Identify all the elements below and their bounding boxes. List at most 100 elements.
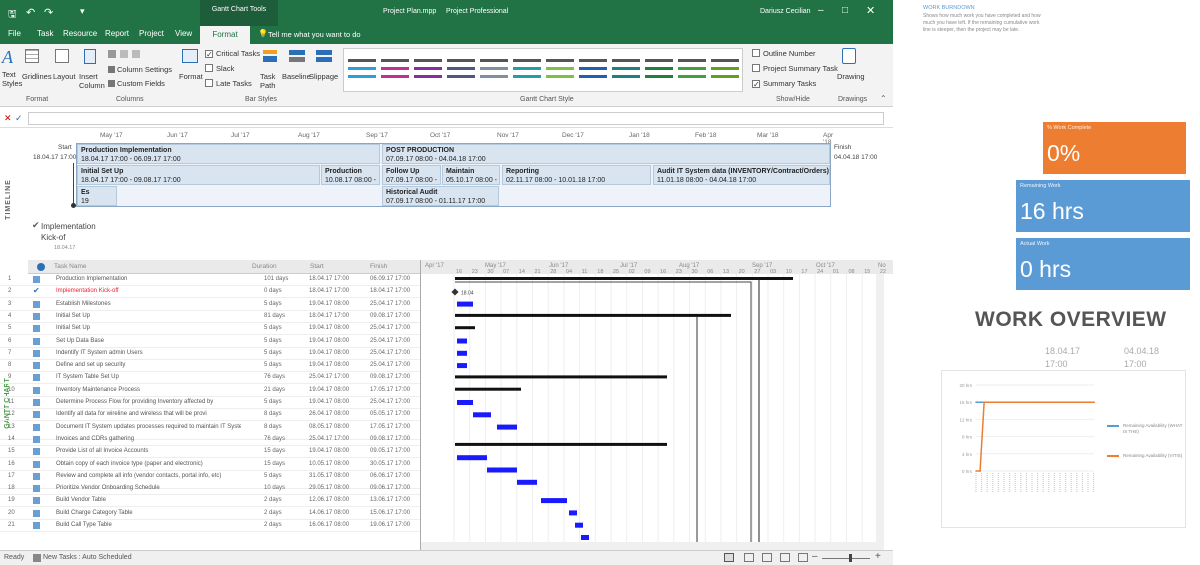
user-name[interactable]: Dariusz Cecilian (760, 8, 811, 15)
accept-entry-icon[interactable]: ✓ (15, 113, 23, 124)
task-name-cell[interactable]: Initial Set Up (56, 323, 241, 334)
project-summary-task-checkbox[interactable]: Project Summary Task (752, 64, 838, 73)
start-cell[interactable]: 14.06.17 08:00 (309, 508, 367, 519)
table-row[interactable]: 18 Prioritize Vendor Onboarding Schedule 1… (0, 483, 420, 496)
timeline-task-audit-it-system[interactable]: Audit IT System data (INVENTORY/Contract… (653, 165, 830, 185)
timeline-task-es[interactable]: Es 19 (77, 186, 117, 206)
task-name-cell[interactable]: Indentify IT System admin Users (56, 348, 241, 359)
table-row[interactable]: 3 Establish Milestones 5 days 19.04.17 08:0… (0, 299, 420, 311)
column-settings-button[interactable]: Column Settings (117, 65, 172, 74)
task-name-cell[interactable]: Identify all data for wireline and wirel… (56, 409, 241, 420)
collapse-ribbon-icon[interactable]: ⌃ (880, 94, 887, 103)
custom-fields-button[interactable]: Custom Fields (117, 79, 165, 88)
row-id[interactable]: 15 (8, 446, 15, 457)
row-id[interactable]: 17 (8, 471, 15, 482)
row-id[interactable]: 4 (8, 311, 11, 322)
zoom-slider-thumb[interactable] (849, 554, 852, 562)
finish-cell[interactable]: 09.05.17 17:00 (370, 446, 420, 457)
tab-task[interactable]: Task (37, 29, 53, 38)
gantt-style-swatch[interactable] (645, 57, 673, 85)
gantt-style-swatch[interactable] (414, 57, 442, 85)
start-cell[interactable]: 18.04.17 17:00 (309, 274, 367, 285)
duration-cell[interactable]: 5 days (264, 397, 282, 408)
close-button[interactable]: ✕ (866, 4, 875, 17)
task-name-cell[interactable]: Build Vendor Table (56, 495, 241, 506)
row-id[interactable]: 13 (8, 422, 15, 433)
start-cell[interactable]: 25.04.17 17:00 (309, 372, 367, 383)
duration-cell[interactable]: 2 days (264, 495, 282, 506)
finish-cell[interactable]: 30.05.17 17:00 (370, 459, 420, 470)
timeline-task-follow-up[interactable]: Follow Up 07.09.17 08:00 - (382, 165, 441, 185)
outline-number-checkbox[interactable]: Outline Number (752, 49, 816, 58)
table-row[interactable]: 16 Obtain copy of each invoice type (pape… (0, 459, 420, 471)
tab-format[interactable]: Format (200, 26, 250, 44)
baseline-button[interactable]: Baseline (282, 72, 311, 81)
task-name-cell[interactable]: Provide List of all Invoice Accounts (56, 446, 241, 457)
duration-cell[interactable]: 5 days (264, 471, 282, 482)
finish-cell[interactable]: 25.04.17 17:00 (370, 323, 420, 334)
start-cell[interactable]: 26.04.17 08:00 (309, 409, 367, 420)
table-row[interactable]: 21 Build Call Type Table 2 days 16.06.17 08… (0, 520, 420, 532)
table-row[interactable]: 14 Invoices and CDRs gathering 76 days 25.0… (0, 434, 420, 446)
table-row[interactable]: 6 Set Up Data Base 5 days 19.04.17 08:00 25.… (0, 336, 420, 348)
start-cell[interactable]: 08.05.17 08:00 (309, 422, 367, 433)
finish-cell[interactable]: 25.04.17 17:00 (370, 397, 420, 408)
row-id[interactable]: 9 (8, 372, 11, 383)
start-cell[interactable]: 19.04.17 08:00 (309, 323, 367, 334)
table-row[interactable]: 11 Determine Process Flow for providing I… (0, 397, 420, 409)
gantt-style-swatch[interactable] (546, 57, 574, 85)
gantt-style-swatch[interactable] (381, 57, 409, 85)
undo-icon[interactable]: ↶ (26, 6, 35, 19)
gantt-style-swatch[interactable] (480, 57, 508, 85)
indicators-column-header[interactable] (37, 263, 45, 271)
task-name-cell[interactable]: Review and complete all info (vendor con… (56, 471, 241, 482)
row-id[interactable]: 21 (8, 520, 15, 531)
row-id[interactable]: 2 (8, 286, 11, 297)
start-cell[interactable]: 19.04.17 08:00 (309, 446, 367, 457)
cancel-entry-icon[interactable]: ✕ (4, 113, 12, 124)
row-id[interactable]: 5 (8, 323, 11, 334)
drawing-button[interactable]: Drawing (837, 72, 865, 81)
table-row[interactable]: 2 Implementation Kick-off 0 days 18.04.17 1… (0, 286, 420, 299)
start-cell[interactable]: 19.04.17 08:00 (309, 397, 367, 408)
redo-icon[interactable]: ↷ (44, 6, 53, 19)
finish-column-header[interactable]: Finish (370, 260, 387, 274)
resource-sheet-view-icon[interactable] (780, 553, 790, 562)
tab-report[interactable]: Report (105, 29, 129, 38)
finish-cell[interactable]: 25.04.17 17:00 (370, 336, 420, 347)
task-name-cell[interactable]: Determine Process Flow for providing Inv… (56, 397, 241, 408)
start-cell[interactable]: 31.05.17 08:00 (309, 471, 367, 482)
row-id[interactable]: 1 (8, 274, 11, 285)
timeline-task-production[interactable]: Production 10.08.17 08:00 - (321, 165, 380, 185)
table-row[interactable]: 1 Production Implementation 101 days 18.04.… (0, 274, 420, 286)
task-name-cell[interactable]: IT System Table Set Up (56, 372, 241, 383)
slack-checkbox[interactable]: Slack (205, 64, 234, 73)
start-cell[interactable]: 18.04.17 17:00 (309, 286, 367, 297)
new-tasks-mode[interactable]: New Tasks : Auto Scheduled (43, 554, 132, 561)
report-view-icon[interactable] (798, 553, 808, 562)
task-usage-view-icon[interactable] (744, 553, 754, 562)
gantt-style-swatch[interactable] (579, 57, 607, 85)
table-row[interactable]: 8 Define and set up security 5 days 19.04.1… (0, 360, 420, 373)
finish-cell[interactable]: 25.04.17 17:00 (370, 348, 420, 359)
task-name-cell[interactable]: Document IT System updates processes req… (56, 422, 241, 433)
start-cell[interactable]: 18.04.17 17:00 (309, 311, 367, 322)
row-id[interactable]: 19 (8, 495, 15, 506)
table-row[interactable]: 12 Identify all data for wireline and wir… (0, 409, 420, 422)
start-cell[interactable]: 16.06.17 08:00 (309, 520, 367, 531)
start-cell[interactable]: 19.04.17 08:00 (309, 348, 367, 359)
finish-cell[interactable]: 06.06.17 17:00 (370, 471, 420, 482)
table-row[interactable]: 4 Initial Set Up 81 days 18.04.17 17:00 09.0… (0, 311, 420, 323)
row-id[interactable]: 8 (8, 360, 11, 371)
row-id[interactable]: 16 (8, 459, 15, 470)
gantt-style-swatch[interactable] (612, 57, 640, 85)
start-cell[interactable]: 25.04.17 17:00 (309, 434, 367, 445)
align-right-icon[interactable] (132, 50, 140, 58)
duration-cell[interactable]: 8 days (264, 422, 282, 433)
timeline-task-historical-audit[interactable]: Historical Audit 07.09.17 08:00 - 01.11.1… (382, 186, 499, 206)
duration-cell[interactable]: 5 days (264, 348, 282, 359)
timeline-task-reporting[interactable]: Reporting 02.11.17 08:00 - 10.01.18 17:00 (502, 165, 651, 185)
task-name-cell[interactable]: Prioritize Vendor Onboarding Schedule (56, 483, 241, 494)
finish-cell[interactable]: 25.04.17 17:00 (370, 360, 420, 371)
table-row[interactable]: 10 Inventory Maintenance Process 21 days 19… (0, 385, 420, 397)
